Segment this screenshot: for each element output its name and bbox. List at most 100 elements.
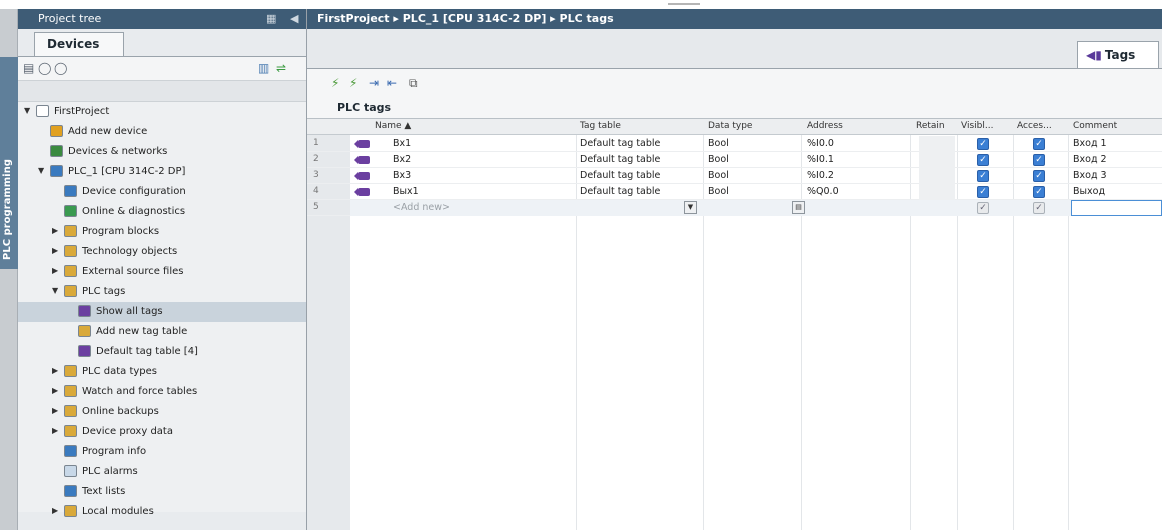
tag-name[interactable]: Bx2 <box>393 154 411 165</box>
tree-item[interactable]: ▶ Technology objects <box>18 242 306 262</box>
collapsed-arrow-icon[interactable]: ▶ <box>52 246 58 255</box>
data-type-cell[interactable]: Bool <box>708 170 729 181</box>
detail-view-icon[interactable]: ▥ <box>258 61 269 75</box>
tree-item[interactable]: Add new device <box>18 122 306 142</box>
overview-icon[interactable]: ⇌ <box>276 61 286 75</box>
tree-item[interactable]: ▼ FirstProject <box>18 102 306 122</box>
tree-item[interactable]: Program info <box>18 442 306 462</box>
col-header-address[interactable]: Address <box>807 121 843 131</box>
collapsed-arrow-icon[interactable]: ▶ <box>52 506 58 515</box>
tree-item[interactable]: Devices & networks <box>18 142 306 162</box>
insert-row-icon[interactable]: ⚡ <box>349 76 357 90</box>
address-cell[interactable]: %I0.0 <box>807 138 834 149</box>
side-tab-plc-programming[interactable]: PLC programming <box>0 57 18 269</box>
forward-icon[interactable]: ◯ <box>54 61 67 75</box>
access-checkbox[interactable]: ✓ <box>1033 154 1045 166</box>
visible-checkbox[interactable]: ✓ <box>977 138 989 150</box>
data-type-cell[interactable]: Bool <box>708 186 729 197</box>
address-cell[interactable]: %I0.2 <box>807 170 834 181</box>
tag-table-cell[interactable]: Default tag table <box>580 138 660 149</box>
tree-item[interactable]: Text lists <box>18 482 306 502</box>
new-group-icon[interactable]: ▤ <box>23 61 34 75</box>
tree-item[interactable]: Device configuration <box>18 182 306 202</box>
comment-cell[interactable]: Вход 2 <box>1073 154 1107 165</box>
access-checkbox[interactable]: ✓ <box>1033 202 1045 214</box>
alarm-icon <box>64 465 77 477</box>
editor-tab-row: ◀▮ Tags <box>307 29 1162 68</box>
access-checkbox[interactable]: ✓ <box>1033 138 1045 150</box>
tag-table-cell[interactable]: Default tag table <box>580 170 660 181</box>
collapsed-arrow-icon[interactable]: ▶ <box>52 426 58 435</box>
col-header-visible[interactable]: Visibl... <box>961 121 993 131</box>
data-type-cell[interactable]: Bool <box>708 154 729 165</box>
import-icon[interactable]: ⇤ <box>387 76 397 90</box>
side-tab-label: PLC programming <box>2 159 13 261</box>
tree-item[interactable]: Show all tags <box>18 302 306 322</box>
tree-item[interactable]: Default tag table [4] <box>18 342 306 362</box>
back-icon[interactable]: ◯ <box>38 61 51 75</box>
table-row[interactable]: 1 Bx1 Default tag table Bool %I0.0 ✓ ✓ В… <box>307 136 1162 152</box>
tree-item-label: Local modules <box>82 506 154 517</box>
table-row[interactable]: 2 Bx2 Default tag table Bool %I0.1 ✓ ✓ В… <box>307 152 1162 168</box>
collapsed-arrow-icon[interactable]: ▶ <box>52 386 58 395</box>
tree-item[interactable]: ▶ Device proxy data <box>18 422 306 442</box>
comment-cell[interactable]: Выход <box>1073 186 1105 197</box>
tag-table-dropdown-icon[interactable]: ▼ <box>684 201 697 214</box>
tree-item[interactable]: ▶ Watch and force tables <box>18 382 306 402</box>
tree-item[interactable]: Online & diagnostics <box>18 202 306 222</box>
col-header-name[interactable]: Name ▲ <box>375 121 411 131</box>
address-cell[interactable]: %Q0.0 <box>807 186 839 197</box>
splitter-grip[interactable] <box>668 3 700 5</box>
comment-cell[interactable]: Вход 1 <box>1073 138 1107 149</box>
data-type-picker-icon[interactable]: ▤ <box>792 201 805 214</box>
visible-checkbox[interactable]: ✓ <box>977 202 989 214</box>
col-header-data-type[interactable]: Data type <box>708 121 752 131</box>
col-header-access[interactable]: Acces... <box>1017 121 1052 131</box>
col-header-retain[interactable]: Retain <box>916 121 945 131</box>
col-header-comment[interactable]: Comment <box>1073 121 1117 131</box>
table-row[interactable]: 3 Bx3 Default tag table Bool %I0.2 ✓ ✓ В… <box>307 168 1162 184</box>
tree-item[interactable]: ▶ Program blocks <box>18 222 306 242</box>
tree-item-label: Add new tag table <box>96 326 188 337</box>
tab-tags[interactable]: ◀▮ Tags <box>1077 41 1159 68</box>
tag-name[interactable]: Вых1 <box>393 186 419 197</box>
address-cell[interactable]: %I0.1 <box>807 154 834 165</box>
collapsed-arrow-icon[interactable]: ▶ <box>52 366 58 375</box>
table-row-new[interactable]: 5 <Add new> ▼ ▤ ✓ ✓ <box>307 200 1162 216</box>
col-header-tag-table[interactable]: Tag table <box>580 121 621 131</box>
collapse-panel-icon[interactable]: ◀ <box>290 12 298 25</box>
tree-item[interactable]: ▶ External source files <box>18 262 306 282</box>
add-new-placeholder[interactable]: <Add new> <box>393 202 450 213</box>
comment-input[interactable] <box>1071 200 1162 216</box>
visible-checkbox[interactable]: ✓ <box>977 170 989 182</box>
tree-item[interactable]: ▶ PLC data types <box>18 362 306 382</box>
tree-item[interactable]: ▼ PLC_1 [CPU 314C-2 DP] <box>18 162 306 182</box>
expanded-arrow-icon[interactable]: ▼ <box>24 106 30 115</box>
access-checkbox[interactable]: ✓ <box>1033 170 1045 182</box>
tree-item[interactable]: ▼ PLC tags <box>18 282 306 302</box>
tag-table-cell[interactable]: Default tag table <box>580 154 660 165</box>
tree-item[interactable]: PLC alarms <box>18 462 306 482</box>
access-checkbox[interactable]: ✓ <box>1033 186 1045 198</box>
collapsed-arrow-icon[interactable]: ▶ <box>52 226 58 235</box>
expanded-arrow-icon[interactable]: ▼ <box>52 286 58 295</box>
tag-name[interactable]: Bx1 <box>393 138 411 149</box>
collapsed-arrow-icon[interactable]: ▶ <box>52 406 58 415</box>
data-type-cell[interactable]: Bool <box>708 138 729 149</box>
add-tag-icon[interactable]: ⚡ <box>331 76 339 90</box>
tree-item[interactable]: ▶ Online backups <box>18 402 306 422</box>
tab-devices[interactable]: Devices <box>34 32 124 56</box>
expanded-arrow-icon[interactable]: ▼ <box>38 166 44 175</box>
tag-name[interactable]: Bx3 <box>393 170 411 181</box>
comment-cell[interactable]: Вход 3 <box>1073 170 1107 181</box>
tree-item[interactable]: Add new tag table <box>18 322 306 342</box>
export-icon[interactable]: ⇥ <box>369 76 379 90</box>
table-row[interactable]: 4 Вых1 Default tag table Bool %Q0.0 ✓ ✓ … <box>307 184 1162 200</box>
tree-item[interactable]: ▶ Local modules <box>18 502 306 522</box>
monitor-icon[interactable]: ⧉ <box>409 76 418 91</box>
tag-table-cell[interactable]: Default tag table <box>580 186 660 197</box>
panel-menu-icon[interactable]: ▦ <box>266 12 276 25</box>
visible-checkbox[interactable]: ✓ <box>977 186 989 198</box>
collapsed-arrow-icon[interactable]: ▶ <box>52 266 58 275</box>
visible-checkbox[interactable]: ✓ <box>977 154 989 166</box>
